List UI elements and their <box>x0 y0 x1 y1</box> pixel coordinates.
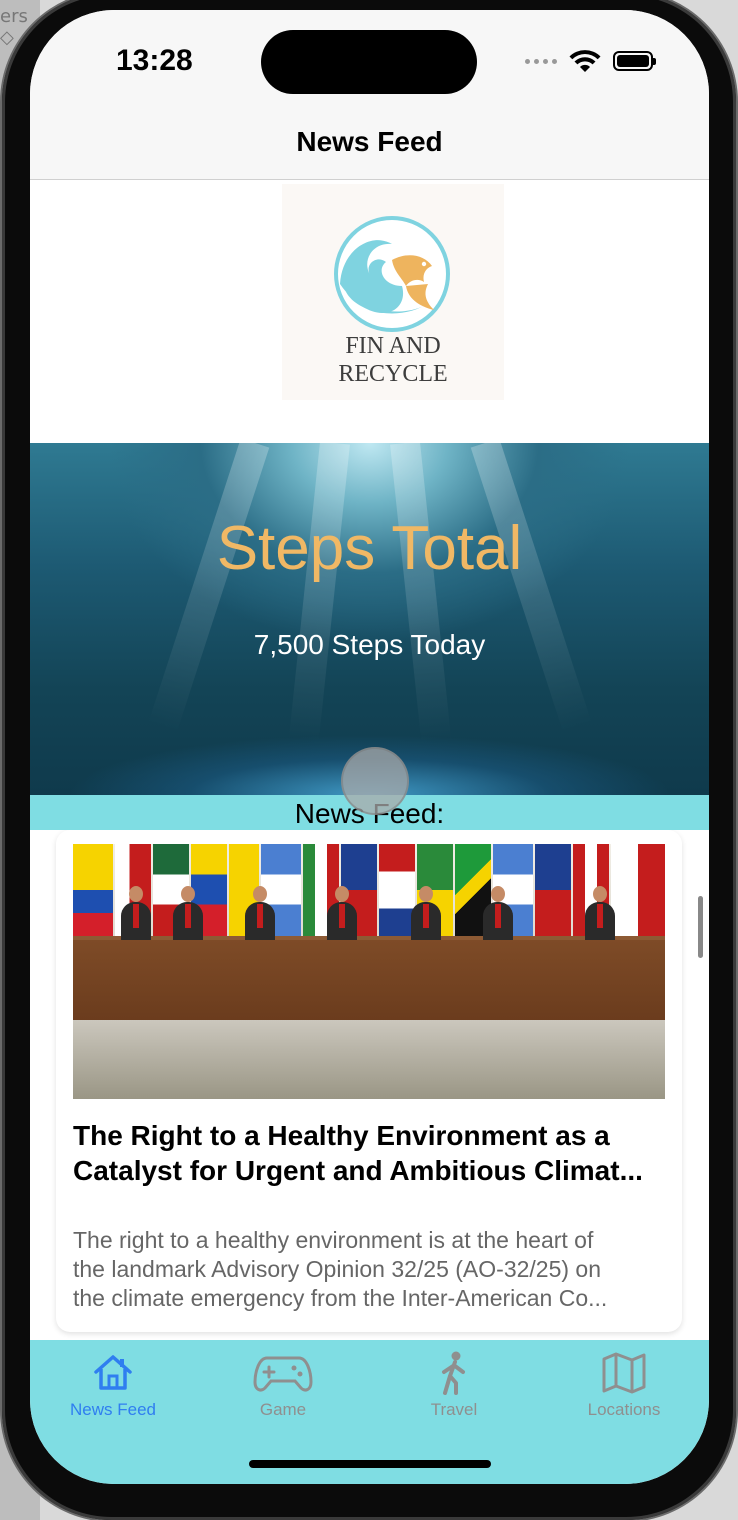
steps-today-count: 7,500 Steps Today <box>253 629 486 660</box>
house-icon <box>94 1355 132 1390</box>
article-summary-line: the climate emergency from the Inter-Ame… <box>73 1285 608 1311</box>
tab-game[interactable]: Game <box>208 1350 358 1420</box>
article-title[interactable]: The Right to a Healthy Environment as a … <box>73 1118 665 1188</box>
logo-text-line2: RECYCLE <box>338 361 448 387</box>
article-image <box>73 844 665 1099</box>
news-feed-list[interactable]: The Right to a Healthy Environment as a … <box>30 830 709 1340</box>
gamecontroller-icon <box>253 1356 313 1392</box>
status-bar: 13:28 <box>30 10 709 120</box>
news-card[interactable]: The Right to a Healthy Environment as a … <box>56 830 682 1332</box>
light-ray <box>148 443 270 733</box>
article-title-line: The Right to a Healthy Environment as a <box>73 1120 610 1151</box>
tab-label: Travel <box>430 1400 478 1419</box>
battery-icon <box>613 51 656 71</box>
phone-frame: 13:28 News Feed FIN AND RECYCLE Steps To… <box>2 0 736 1520</box>
logo-area: FIN AND RECYCLE <box>30 180 709 443</box>
touch-indicator <box>341 747 409 815</box>
map-icon <box>602 1352 646 1394</box>
walking-figure-icon <box>442 1351 465 1395</box>
navigation-bar: News Feed <box>30 120 709 180</box>
home-indicator[interactable] <box>249 1460 491 1468</box>
scrollbar[interactable] <box>698 896 703 958</box>
tab-label: News Feed <box>70 1400 156 1419</box>
steps-total-title: Steps Total <box>216 514 523 583</box>
wifi-icon <box>569 50 601 72</box>
cellular-signal-icon <box>525 58 557 64</box>
light-ray <box>288 443 350 743</box>
status-icons <box>525 48 656 74</box>
steps-hero-banner: Steps Total 7,500 Steps Today <box>30 443 709 795</box>
logo-text-line1: FIN AND <box>345 333 441 359</box>
tab-label: Locations <box>587 1400 661 1419</box>
tab-news-feed[interactable]: News Feed <box>38 1350 188 1420</box>
phone-screen: 13:28 News Feed FIN AND RECYCLE Steps To… <box>30 10 709 1484</box>
light-ray <box>470 443 592 733</box>
light-ray <box>390 443 452 743</box>
dynamic-island <box>261 30 477 94</box>
tab-label: Game <box>259 1400 307 1419</box>
status-time: 13:28 <box>116 44 193 77</box>
desk <box>73 940 665 1020</box>
tab-travel[interactable]: Travel <box>379 1350 529 1420</box>
app-logo: FIN AND RECYCLE <box>282 184 504 400</box>
article-summary-line: The right to a healthy environment is at… <box>73 1227 594 1253</box>
tab-locations[interactable]: Locations <box>549 1350 699 1420</box>
wave-fish-logo-icon <box>334 216 450 332</box>
nav-title: News Feed <box>296 126 443 157</box>
article-summary-line: the landmark Advisory Opinion 32/25 (AO-… <box>73 1256 602 1282</box>
floor <box>73 1020 665 1099</box>
article-summary: The right to a healthy environment is at… <box>73 1226 665 1313</box>
article-title-line: Catalyst for Urgent and Ambitious Climat… <box>73 1155 643 1186</box>
